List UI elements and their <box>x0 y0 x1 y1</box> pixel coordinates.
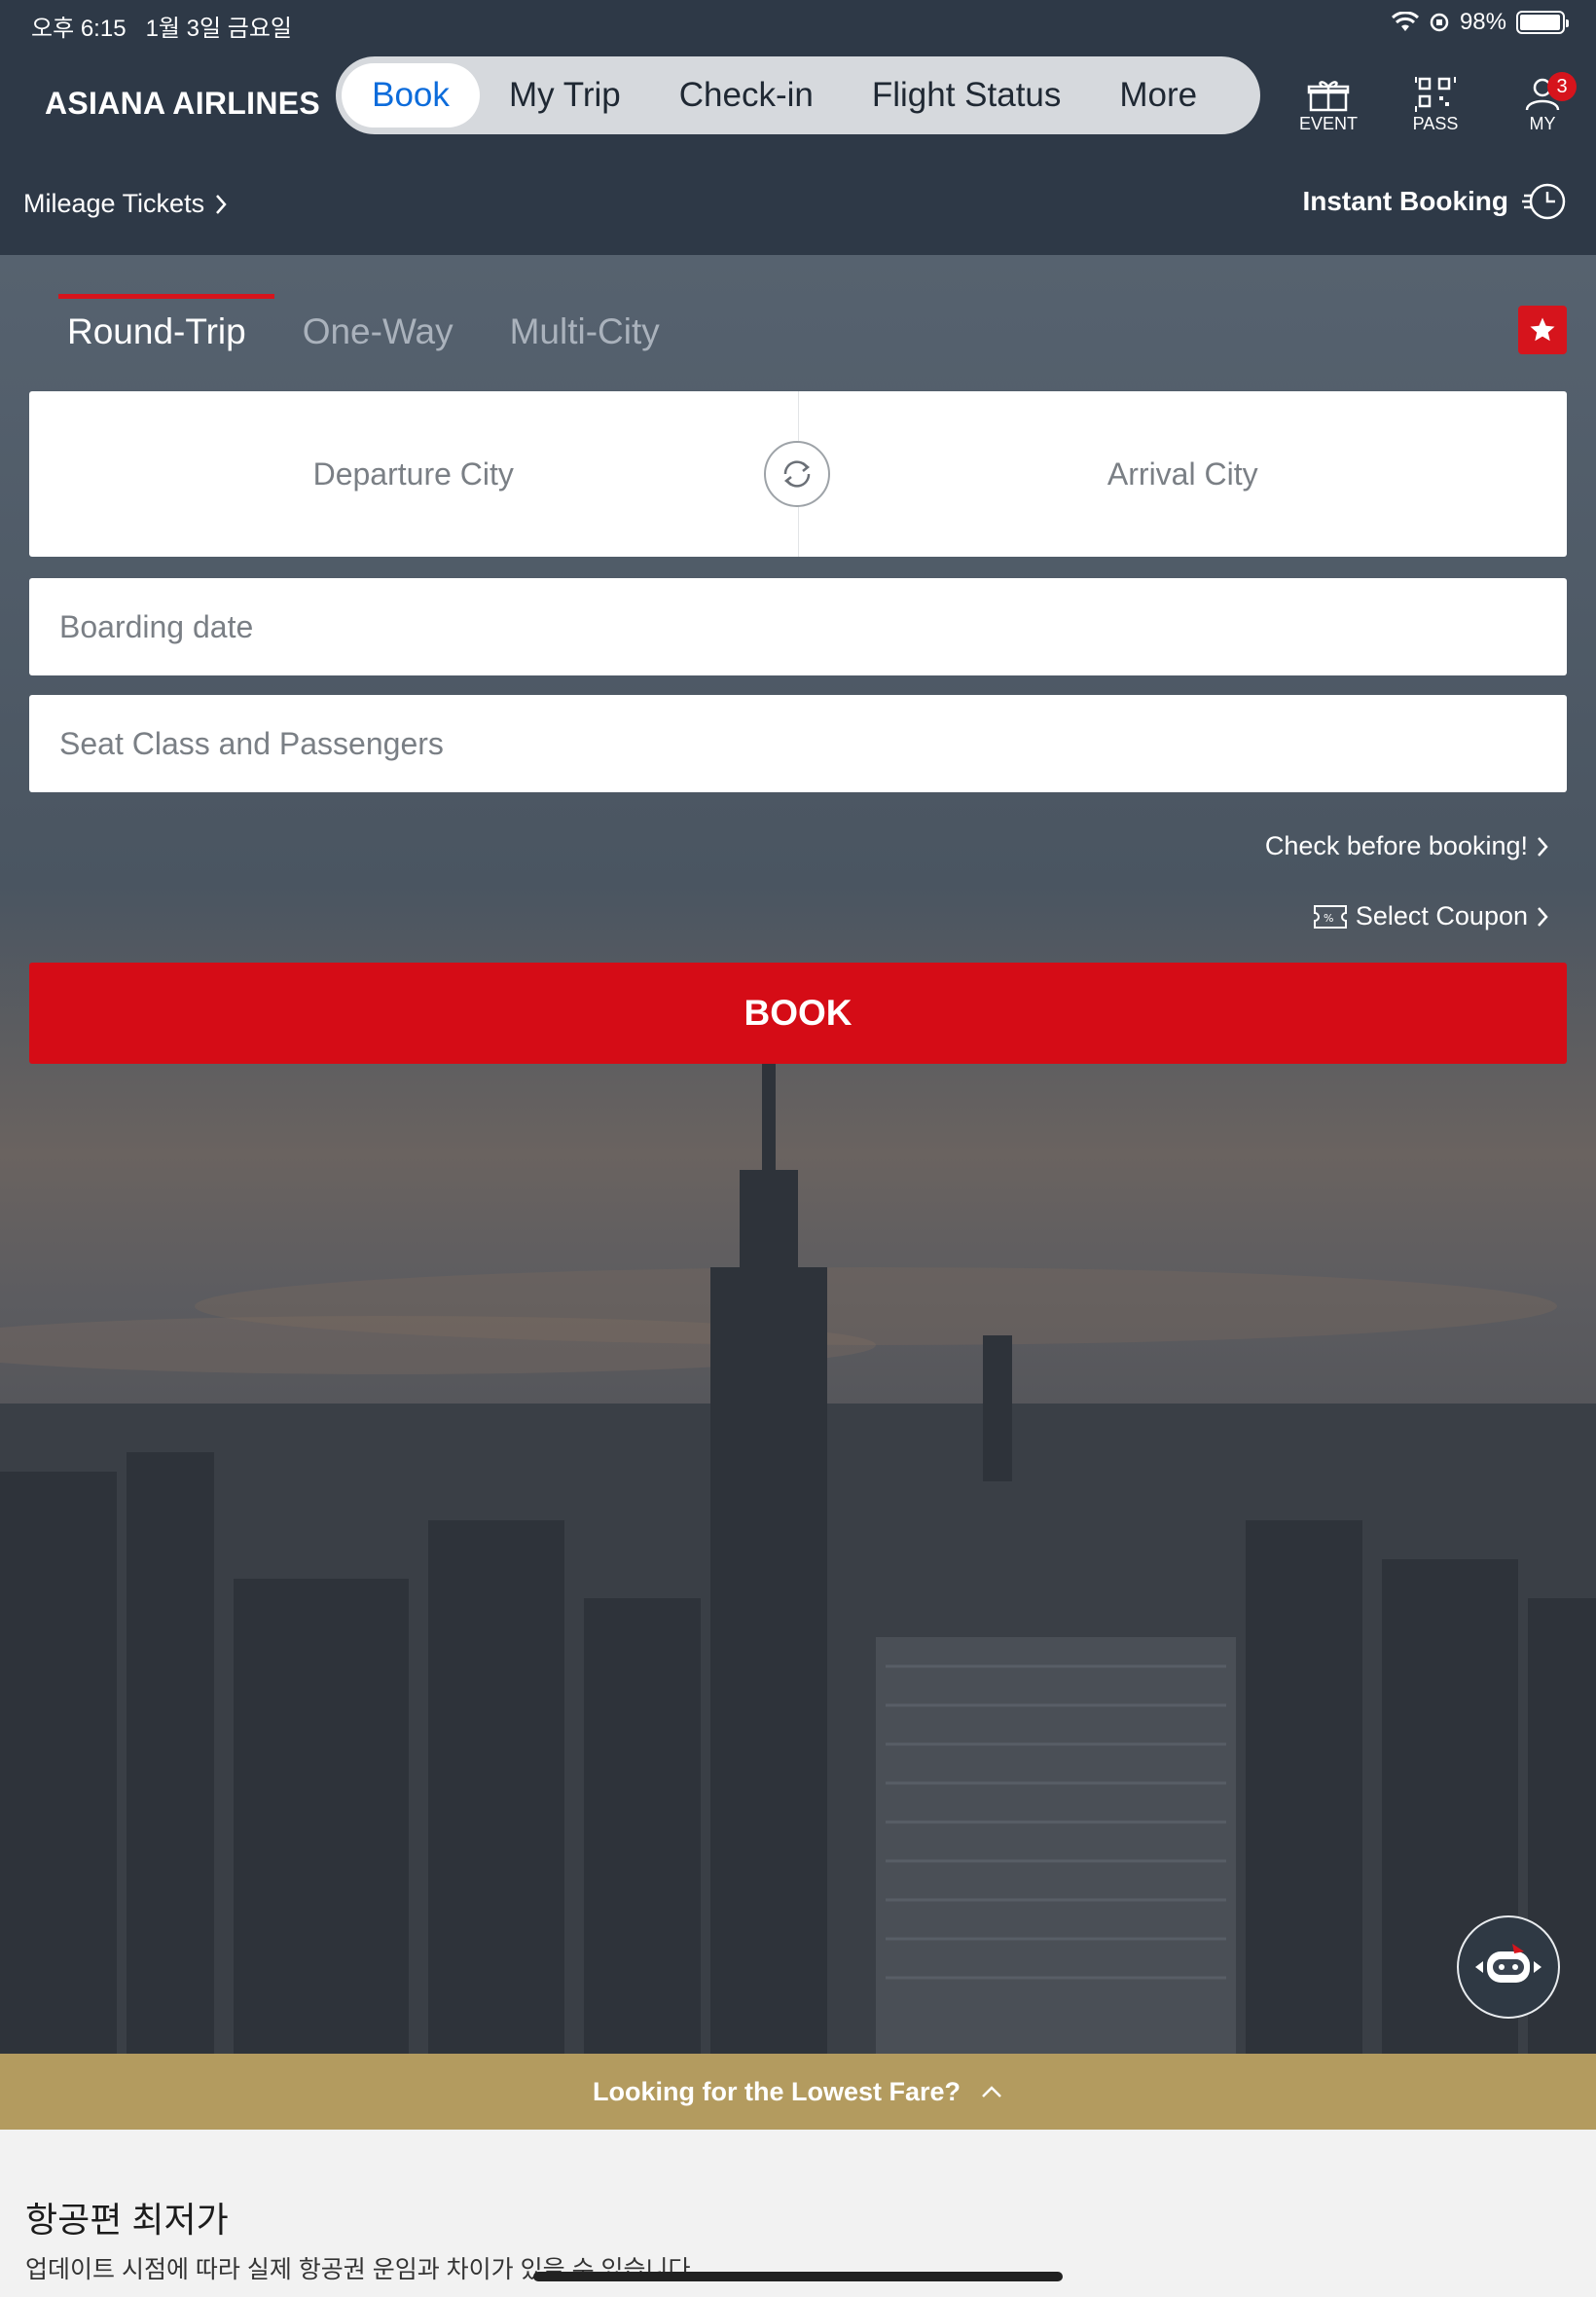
pass-label: PASS <box>1412 114 1459 133</box>
wifi-icon <box>1391 12 1419 31</box>
swap-icon <box>783 460 811 488</box>
brand-logo[interactable]: ASIANA AIRLINES <box>45 86 320 122</box>
nav-more[interactable]: More <box>1090 63 1226 128</box>
tab-multi-city[interactable]: Multi-City <box>482 294 688 364</box>
nav-flight-status[interactable]: Flight Status <box>843 63 1091 128</box>
instant-booking-button[interactable]: Instant Booking <box>1302 181 1567 222</box>
event-button[interactable]: EVENT <box>1294 76 1362 134</box>
chevron-right-icon <box>1538 836 1548 857</box>
arrival-city-field[interactable]: Arrival City <box>799 391 1568 557</box>
chevron-right-icon <box>1538 906 1548 927</box>
booking-hero: Round-Trip One-Way Multi-City Departure … <box>0 255 1596 2054</box>
mileage-tickets-link[interactable]: Mileage Tickets <box>23 189 228 219</box>
nav-my-trip[interactable]: My Trip <box>480 63 650 128</box>
star-icon <box>1530 317 1555 342</box>
swap-cities-button[interactable] <box>764 441 830 507</box>
home-indicator[interactable] <box>533 2272 1063 2281</box>
trip-type-tabs: Round-Trip One-Way Multi-City <box>39 294 688 364</box>
coupon-icon: % <box>1313 904 1347 929</box>
tab-round-trip[interactable]: Round-Trip <box>39 294 274 364</box>
lowest-fare-title: 항공편 최저가 <box>25 2200 229 2240</box>
book-button[interactable]: BOOK <box>29 963 1567 1064</box>
lowest-fare-toggle[interactable]: Looking for the Lowest Fare? <box>0 2054 1596 2130</box>
check-before-booking-link[interactable]: Check before booking! <box>1265 831 1549 861</box>
favorite-button[interactable] <box>1518 306 1567 354</box>
instant-booking-label: Instant Booking <box>1302 186 1508 216</box>
status-bar: 오후 6:15 1월 3일 금요일 98% <box>0 0 1596 45</box>
nav-check-in[interactable]: Check-in <box>650 63 843 128</box>
qr-code-icon <box>1415 77 1456 112</box>
battery-percent: 98% <box>1459 9 1506 35</box>
event-label: EVENT <box>1298 114 1358 133</box>
orientation-lock-icon <box>1430 13 1449 32</box>
chevron-up-icon <box>982 2086 1001 2097</box>
chevron-right-icon <box>216 194 227 214</box>
notification-badge: 3 <box>1547 72 1577 101</box>
nav-book[interactable]: Book <box>342 63 480 128</box>
my-label: MY <box>1529 114 1556 133</box>
svg-text:%: % <box>1324 912 1333 925</box>
chatbot-icon <box>1475 1944 1542 1983</box>
pass-button[interactable]: PASS <box>1401 76 1469 134</box>
mileage-tickets-label: Mileage Tickets <box>23 189 205 218</box>
boarding-date-field[interactable]: Boarding date <box>29 578 1567 675</box>
departure-city-field[interactable]: Departure City <box>29 391 798 557</box>
tab-one-way[interactable]: One-Way <box>274 294 482 364</box>
seat-class-passengers-field[interactable]: Seat Class and Passengers <box>29 695 1567 792</box>
gift-icon <box>1307 81 1350 112</box>
my-button[interactable]: MY 3 <box>1508 72 1577 134</box>
battery-icon <box>1516 11 1569 34</box>
battery-fill <box>1520 15 1561 30</box>
select-coupon-link[interactable]: % Select Coupon <box>1313 901 1549 931</box>
chatbot-button[interactable] <box>1457 1915 1560 2019</box>
speed-clock-icon <box>1522 183 1566 220</box>
city-selector: Departure City Arrival City <box>29 391 1567 557</box>
select-coupon-label: Select Coupon <box>1355 901 1528 930</box>
lowest-fare-label: Looking for the Lowest Fare? <box>592 2076 961 2106</box>
main-nav: Book My Trip Check-in Flight Status More <box>336 56 1260 134</box>
check-before-booking-label: Check before booking! <box>1264 831 1528 860</box>
status-indicators: 98% <box>1391 9 1569 36</box>
status-time: 오후 6:15 1월 3일 금요일 <box>31 16 292 42</box>
app-header: 오후 6:15 1월 3일 금요일 98% ASIANA AIRLINES Bo… <box>0 0 1596 255</box>
